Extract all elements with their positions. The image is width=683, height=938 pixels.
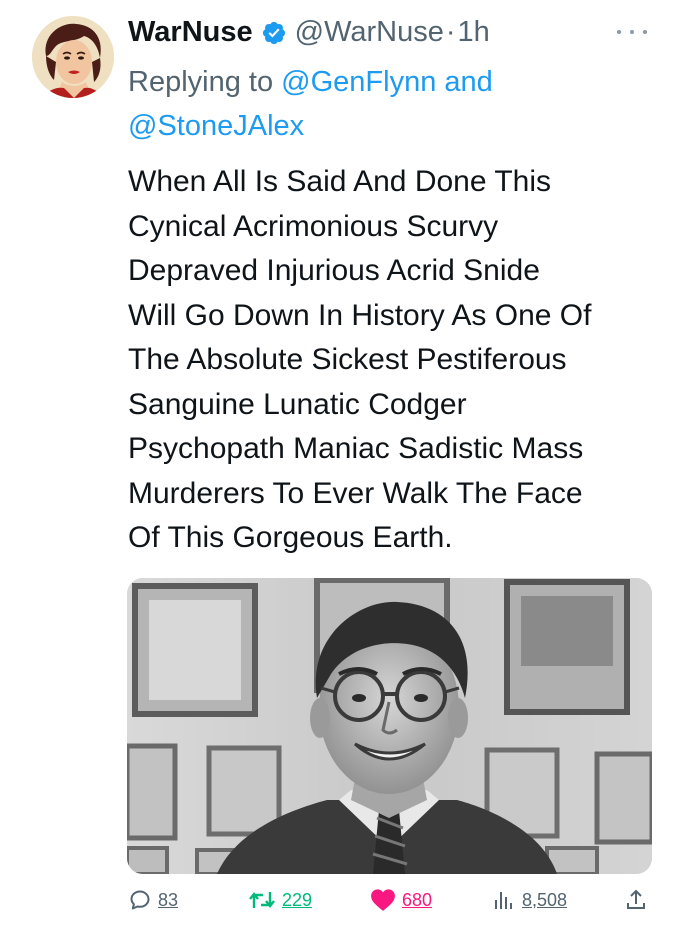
retweet-arrows-icon [249,892,275,908]
like-button[interactable]: 680 [370,888,432,912]
more-horizontal-icon[interactable] [617,22,647,42]
time-separator: · [445,16,456,48]
reply-bubble-icon [130,890,150,910]
reply-count: 83 [158,889,179,910]
share-upload-icon [627,889,645,909]
avatar[interactable] [32,16,114,98]
replying-joiner: and [436,66,493,98]
attached-photo[interactable] [127,578,652,874]
retweet-button[interactable]: 229 [248,888,312,912]
mention-genflynn[interactable]: @GenFlynn [281,66,436,98]
share-button[interactable] [624,888,654,912]
reply-button[interactable]: 83 [128,888,178,912]
replying-to-line: Replying to @GenFlynn and @StoneJAlex [128,60,628,148]
author-display-name[interactable]: WarNuse [128,14,253,50]
tweet-card[interactable]: WarNuse @WarNuse · 1h Replying to @GenFl… [0,0,683,938]
avatar-image [32,16,114,98]
views-button[interactable]: 8,508 [492,888,567,912]
mention-stonejalex[interactable]: @StoneJAlex [128,110,304,142]
tweet-header: WarNuse @WarNuse · 1h [128,14,490,50]
views-count: 8,508 [522,889,568,910]
author-handle[interactable]: @WarNuse [295,14,444,50]
tweet-text: When All Is Said And Done This Cynical A… [128,165,592,554]
like-count: 680 [402,889,433,910]
tweet-timestamp[interactable]: 1h [458,14,490,50]
tweet-actions: 83 229 680 8,508 [0,888,683,928]
heart-icon [371,889,395,911]
verified-badge-icon [261,19,287,45]
retweet-count: 229 [282,889,313,910]
views-bars-icon [495,892,512,909]
replying-prefix: Replying to [128,66,282,98]
